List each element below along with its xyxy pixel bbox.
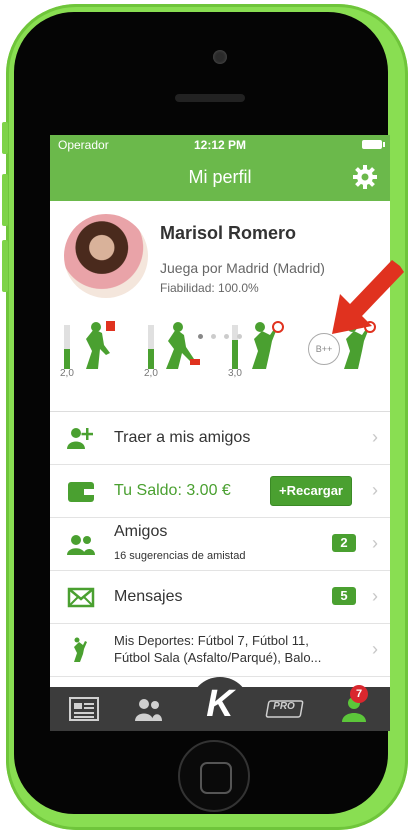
home-button[interactable] (178, 740, 250, 812)
clock: 12:12 PM (193, 138, 247, 152)
tab-bar: K PRO 7 (50, 677, 390, 731)
chevron-right-icon: › (372, 586, 378, 606)
settings-gear-icon[interactable] (352, 164, 378, 190)
status-bar: Operador 12:12 PM (50, 135, 390, 155)
level-value: 2,0 (60, 368, 74, 379)
tab-profile[interactable]: 7 (334, 685, 374, 723)
invite-friends-label: Traer a mis amigos (114, 429, 251, 446)
page-dot[interactable] (224, 334, 229, 339)
front-camera (213, 50, 227, 64)
chevron-right-icon: › (372, 533, 378, 553)
wallet-icon (68, 482, 94, 502)
recharge-button[interactable]: +Recargar (270, 476, 352, 506)
menu-item-my-sports[interactable]: Mis Deportes: Fútbol 7, Fútbol 11, Fútbo… (50, 624, 390, 677)
my-sports-label: Mis Deportes: Fútbol 7, Fútbol 11, Fútbo… (114, 633, 322, 665)
earpiece-speaker (175, 94, 245, 102)
menu-item-messages[interactable]: Mensajes 5 › (50, 571, 390, 624)
menu-item-friends[interactable]: Amigos 16 sugerencias de amistad 2 › (50, 518, 390, 571)
menu-item-invite-friends[interactable]: Traer a mis amigos › (50, 412, 390, 465)
pro-label: PRO (273, 701, 295, 712)
level-meter-fill (64, 349, 70, 369)
tab-friends[interactable] (128, 695, 168, 723)
battery-icon (362, 140, 385, 149)
messages-label: Mensajes (114, 588, 183, 605)
phone-volume-up (2, 174, 8, 226)
reliability-text: Fiabilidad: 100.0% (160, 281, 259, 295)
envelope-icon (67, 587, 95, 608)
page-dot[interactable] (211, 334, 216, 339)
chevron-right-icon: › (372, 427, 378, 447)
friend-suggestions-text: 16 sugerencias de amistad (114, 550, 246, 562)
chevron-right-icon: › (372, 480, 378, 500)
level-meter-fill (148, 349, 154, 369)
newspaper-icon (69, 697, 99, 721)
avatar[interactable] (64, 214, 148, 298)
level-value: 2,0 (144, 368, 158, 379)
level-meter-fill (232, 340, 238, 369)
level-value: 3,0 (228, 368, 242, 379)
page-dot[interactable] (198, 334, 203, 339)
chevron-right-icon: › (372, 639, 378, 659)
phone-mute-switch (2, 122, 8, 154)
tab-news[interactable] (64, 695, 104, 723)
app-screen: Operador 12:12 PM Mi perfil Marisol Rome… (50, 135, 390, 731)
profile-name: Marisol Romero (160, 223, 297, 243)
page-dot[interactable] (237, 334, 242, 339)
friends-icon (67, 535, 95, 555)
app-logo-tab[interactable]: K (190, 677, 250, 731)
notification-badge: 7 (350, 685, 368, 703)
plays-for-text: Juega por Madrid (Madrid) (160, 260, 325, 276)
tab-pro[interactable]: PRO (264, 695, 304, 723)
navigation-bar: Mi perfil (50, 155, 390, 201)
sport-player-icon (74, 637, 87, 662)
add-friend-icon (67, 428, 93, 449)
people-icon (135, 699, 162, 721)
page-title: Mi perfil (188, 167, 252, 187)
friends-label: Amigos (114, 523, 168, 540)
friends-count-badge: 2 (332, 534, 356, 552)
menu-item-balance[interactable]: Tu Saldo: 3.00 € +Recargar › (50, 465, 390, 518)
phone-volume-down (2, 240, 8, 292)
annotation-arrow-icon (332, 260, 404, 334)
balance-label: Tu Saldo: 3.00 € (114, 482, 231, 499)
profile-menu: Traer a mis amigos › Tu Saldo: 3.00 € +R… (50, 411, 390, 677)
messages-count-badge: 5 (332, 587, 356, 605)
